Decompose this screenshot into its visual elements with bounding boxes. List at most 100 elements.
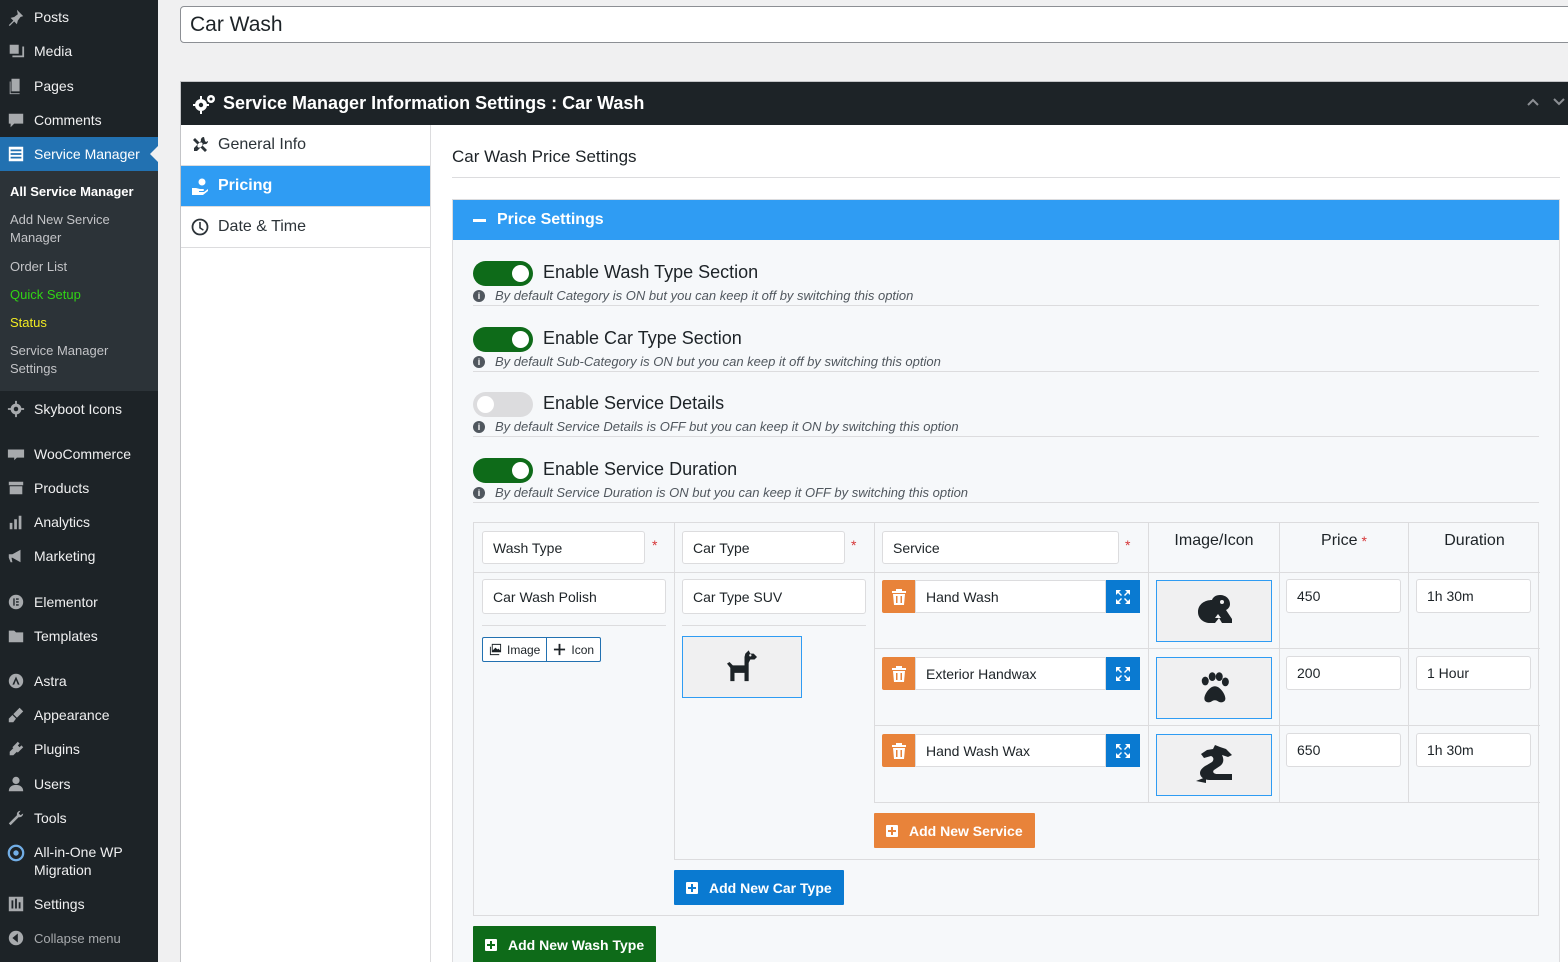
menu-elementor[interactable]: Elementor (0, 585, 158, 619)
menu-pages[interactable]: Pages (0, 69, 158, 103)
image-button-label: Image (507, 642, 541, 657)
list-icon (6, 144, 26, 164)
wash-type-header-input[interactable]: Wash Type (482, 531, 645, 564)
price-input[interactable]: 650 (1286, 733, 1401, 767)
wash-type-input[interactable]: Car Wash Polish (482, 579, 666, 614)
expand-button[interactable] (1106, 657, 1140, 690)
plus-icon (485, 938, 497, 951)
clock-icon (191, 218, 209, 236)
menu-analytics[interactable]: Analytics (0, 505, 158, 539)
tab-pricing[interactable]: Pricing (181, 166, 430, 207)
price-input[interactable]: 450 (1286, 579, 1401, 613)
price-input[interactable]: 200 (1286, 656, 1401, 690)
submenu-add-new[interactable]: Add New Service Manager (10, 211, 150, 247)
tab-label: General Info (218, 136, 307, 153)
car-type-toggle[interactable] (473, 327, 533, 352)
image-icon (489, 643, 502, 656)
page-icon (6, 76, 26, 96)
submenu-quick-setup[interactable]: Quick Setup (10, 286, 150, 304)
chevron-up-icon[interactable] (1525, 94, 1541, 110)
service-icon-box[interactable] (1156, 734, 1272, 796)
menu-appearance[interactable]: Appearance (0, 698, 158, 732)
minus-icon (473, 218, 486, 222)
tab-date-time[interactable]: Date & Time (181, 207, 430, 248)
duration-input[interactable]: 1 Hour (1416, 656, 1531, 690)
wash-type-toggle[interactable] (473, 261, 533, 286)
duration-input[interactable]: 1h 30m (1416, 579, 1531, 613)
submenu-all-service-manager[interactable]: All Service Manager (10, 183, 150, 201)
delete-service-button[interactable] (882, 580, 915, 613)
service-details-toggle[interactable] (473, 392, 533, 417)
menu-all-in-one-migration[interactable]: All-in-One WP Migration (0, 843, 158, 879)
icon-button[interactable]: Icon (546, 638, 600, 661)
service-duration-toggle[interactable] (473, 458, 533, 483)
gears-icon (193, 93, 223, 115)
car-type-icon-box[interactable] (682, 636, 802, 698)
image-button[interactable]: Image (483, 638, 546, 661)
menu-label: Skyboot Icons (34, 401, 122, 417)
menu-astra[interactable]: Astra (0, 664, 158, 698)
submenu-order-list[interactable]: Order List (10, 258, 150, 276)
service-name-input[interactable]: Hand Wash Wax (915, 734, 1106, 767)
service-name-input[interactable]: Exterior Handwax (915, 657, 1106, 690)
menu-tools[interactable]: Tools (0, 801, 158, 835)
menu-comments[interactable]: Comments (0, 103, 158, 137)
expand-button[interactable] (1106, 580, 1140, 613)
column-divider (674, 523, 675, 860)
brush-icon (6, 705, 26, 725)
toggle-row-service-details: Enable Service Details i By default Servi… (473, 371, 1539, 437)
car-type-header-input[interactable]: Car Type (682, 531, 845, 564)
metabox-header: Service Manager Information Settings : C… (181, 82, 1568, 125)
menu-templates[interactable]: Templates (0, 619, 158, 653)
menu-users[interactable]: Users (0, 767, 158, 801)
section-title: Price Settings (497, 211, 604, 228)
menu-woocommerce[interactable]: WooCommerce (0, 437, 158, 471)
price-settings-header[interactable]: Price Settings (453, 200, 1559, 240)
menu-products[interactable]: Products (0, 471, 158, 505)
collapse-menu-button[interactable]: Collapse menu (0, 921, 158, 955)
row-divider (474, 572, 1540, 573)
menu-plugins[interactable]: Plugins (0, 732, 158, 766)
menu-settings[interactable]: Settings (0, 887, 158, 921)
add-new-wash-type-button[interactable]: Add New Wash Type (473, 926, 657, 962)
menu-service-manager[interactable]: Service Manager (0, 137, 158, 171)
delete-service-button[interactable] (882, 734, 915, 767)
submenu-settings[interactable]: Service Manager Settings (10, 342, 150, 378)
menu-posts[interactable]: Posts (0, 0, 158, 34)
price-header-label: Price (1321, 532, 1358, 549)
menu-label: Comments (34, 112, 102, 128)
menu-label: Media (34, 43, 73, 59)
row-divider (482, 625, 666, 626)
menu-label: Pages (34, 78, 74, 94)
user-icon (6, 774, 26, 794)
required-marker: * (652, 537, 658, 553)
submenu-label: Add New Service (10, 212, 110, 227)
expand-icon (1116, 743, 1130, 758)
service-icon-box[interactable] (1156, 580, 1272, 642)
menu-label: Settings (34, 896, 85, 912)
toggle-row-service-duration: Enable Service Duration i By default Serv… (473, 437, 1539, 503)
service-icon-box[interactable] (1156, 657, 1272, 719)
chevron-down-icon[interactable] (1551, 94, 1567, 110)
menu-skyboot-icons[interactable]: Skyboot Icons (0, 392, 158, 426)
menu-label: Analytics (34, 514, 91, 530)
submenu-status[interactable]: Status (10, 314, 150, 332)
price-settings-box: Price Settings Enable Wash Type Section … (452, 199, 1560, 962)
service-header-input[interactable]: Service (882, 531, 1119, 564)
expand-button[interactable] (1106, 734, 1140, 767)
add-new-service-button[interactable]: Add New Service (874, 813, 1035, 848)
menu-label: Appearance (34, 707, 110, 723)
car-type-input[interactable]: Car Type SUV (682, 579, 866, 614)
service-name-input[interactable]: Hand Wash (915, 580, 1106, 613)
toggle-desc-text: By default Category is ON but you can ke… (495, 288, 914, 303)
tab-general-info[interactable]: General Info (181, 125, 430, 166)
add-new-car-type-button[interactable]: Add New Car Type (674, 870, 844, 905)
post-title-input[interactable] (180, 6, 1568, 43)
duration-input[interactable]: 1h 30m (1416, 733, 1531, 767)
image-icon-header: Image/Icon (1174, 532, 1254, 549)
menu-label: WooCommerce (34, 446, 131, 462)
menu-media[interactable]: Media (0, 34, 158, 68)
delete-service-button[interactable] (882, 657, 915, 690)
menu-marketing[interactable]: Marketing (0, 539, 158, 573)
button-label: Add New Service (909, 822, 1023, 839)
